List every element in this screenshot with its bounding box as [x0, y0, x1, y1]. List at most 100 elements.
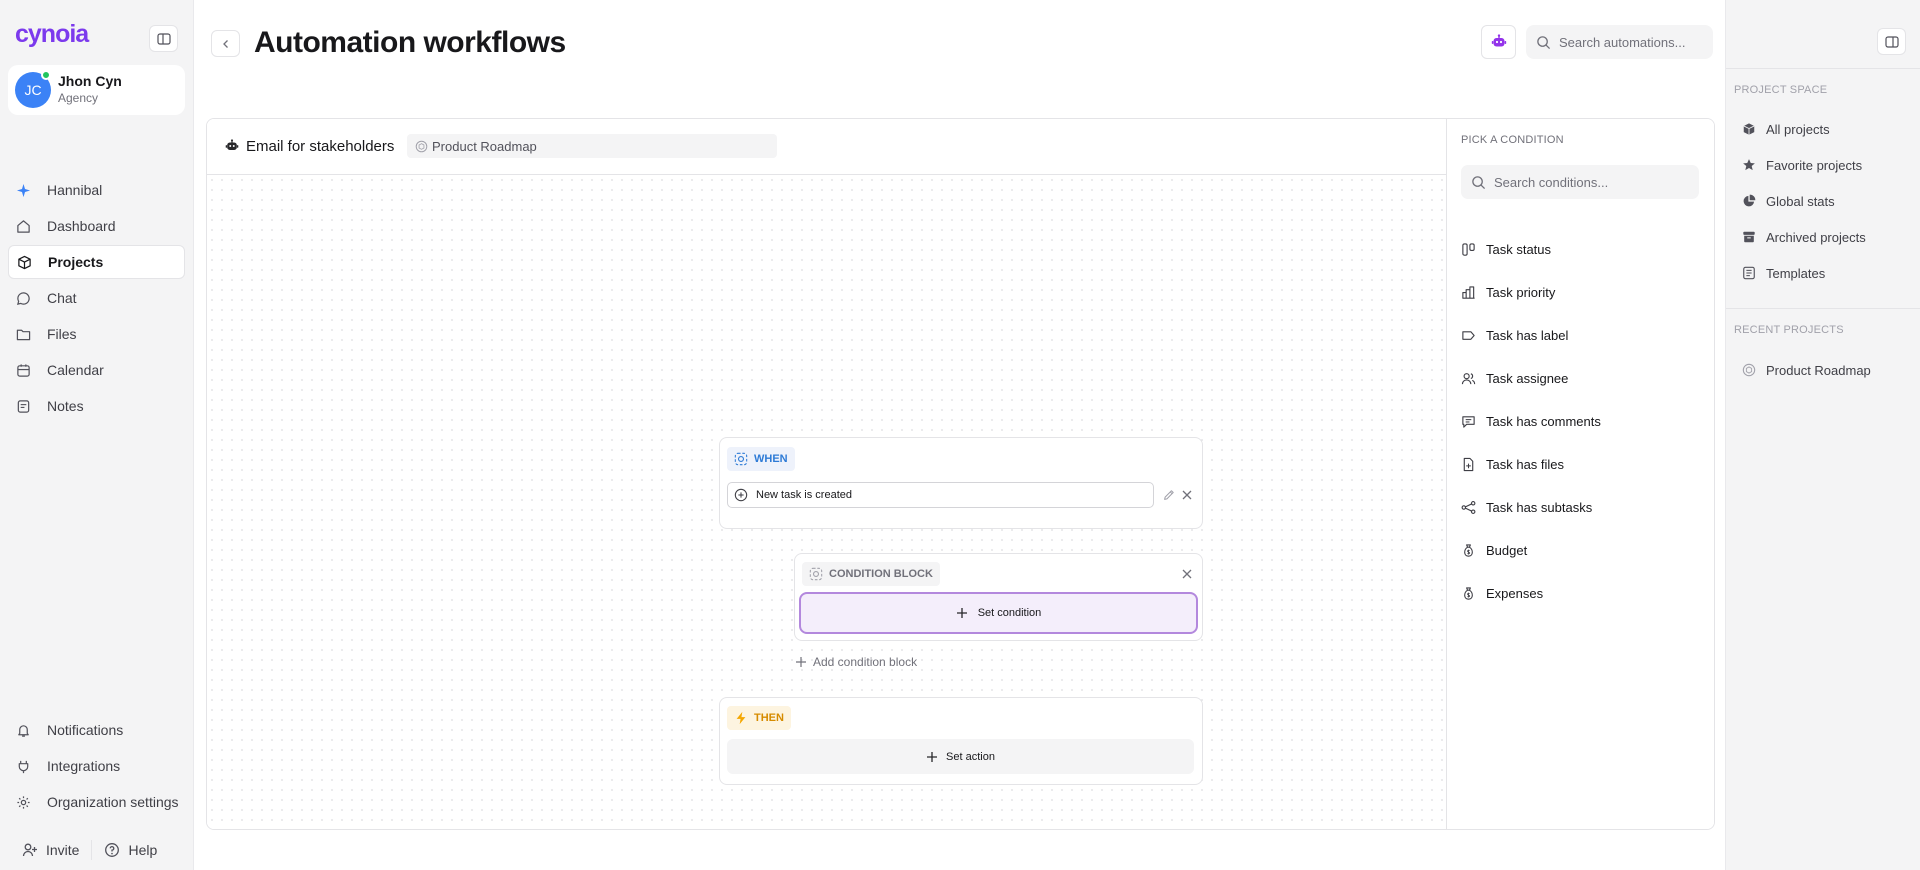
recent-project-item[interactable]: Product Roadmap — [1742, 352, 1912, 388]
calendar-icon — [17, 363, 30, 377]
condition-item-budget[interactable]: Budget — [1461, 529, 1701, 572]
remove-trigger-button[interactable] — [1179, 487, 1195, 503]
notes-icon — [17, 399, 30, 413]
condition-item-task-has-subtasks[interactable]: Task has subtasks — [1461, 486, 1701, 529]
nav-item-label: Notes — [47, 398, 84, 414]
divider — [1726, 308, 1920, 309]
trigger-text: New task is created — [756, 489, 852, 501]
plug-icon — [18, 760, 29, 773]
panel-toggle-icon — [156, 32, 171, 45]
nav-item-label: Projects — [48, 254, 104, 270]
close-icon — [1182, 569, 1192, 579]
nav-item-notifications[interactable]: Notifications — [8, 713, 185, 747]
nav-item-calendar[interactable]: Calendar — [8, 353, 185, 387]
nav-item-hannibal[interactable]: Hannibal — [8, 173, 185, 207]
nav-item-label: Integrations — [47, 758, 121, 774]
plus-icon — [956, 608, 967, 618]
nav-item-notes[interactable]: Notes — [8, 389, 185, 423]
sidebar-collapse-button[interactable] — [149, 25, 178, 52]
plus-circle-icon — [734, 488, 748, 502]
condition-item-task-has-comments[interactable]: Task has comments — [1461, 400, 1701, 443]
set-condition-label: Set condition — [977, 607, 1042, 619]
condition-label: Task has subtasks — [1486, 500, 1593, 515]
then-block: THEN Set action — [719, 697, 1203, 785]
set-condition-button[interactable]: Set condition — [799, 592, 1198, 634]
panel-toggle-icon — [1884, 35, 1899, 48]
workflow-canvas[interactable]: WHEN New task is created CONDITION BLOCK — [207, 175, 1446, 829]
cube-icon — [1743, 123, 1755, 135]
global-stats-link[interactable]: Global stats — [1742, 183, 1912, 219]
page-title: Automation workflows — [254, 26, 566, 59]
right-sidebar-collapse-button[interactable] — [1877, 28, 1906, 55]
project-space-list: All projects Favorite projects Global st… — [1742, 111, 1912, 291]
condition-tag: CONDITION BLOCK — [802, 562, 940, 586]
close-icon — [1182, 490, 1192, 500]
user-card[interactable]: JC Jhon Cyn Agency — [8, 65, 185, 115]
nav-item-chat[interactable]: Chat — [8, 281, 185, 315]
rs-item-label: All projects — [1766, 121, 1830, 137]
condition-label: Task has comments — [1486, 414, 1601, 429]
rs-item-label: Favorite projects — [1766, 157, 1863, 173]
condition-search-input[interactable] — [1494, 174, 1674, 190]
remove-condition-block-button[interactable] — [1179, 566, 1195, 582]
invite-button[interactable]: Invite — [22, 836, 79, 864]
nav-item-label: Chat — [47, 290, 77, 306]
condition-block-label: CONDITION BLOCK — [829, 568, 933, 580]
recent-projects-list: Product Roadmap — [1742, 352, 1912, 388]
help-button[interactable]: Help — [104, 836, 157, 864]
workflow-project-selector[interactable]: Product Roadmap — [407, 134, 777, 158]
nav-item-integrations[interactable]: Integrations — [8, 749, 185, 783]
user-name: Jhon Cyn — [58, 73, 122, 89]
nav-item-files[interactable]: Files — [8, 317, 185, 351]
condition-item-expenses[interactable]: Expenses — [1461, 572, 1701, 615]
logo: cynoia — [15, 20, 89, 48]
recent-projects-label: RECENT PROJECTS — [1734, 324, 1844, 336]
workflow-name[interactable]: Email for stakeholders — [246, 138, 394, 155]
back-button[interactable] — [211, 30, 240, 57]
label-icon — [1462, 331, 1475, 340]
robot-icon — [1491, 34, 1506, 47]
trigger-field[interactable]: New task is created — [727, 482, 1154, 508]
nav-item-organization-settings[interactable]: Organization settings — [8, 785, 185, 819]
condition-item-task-priority[interactable]: Task priority — [1461, 271, 1701, 314]
search-input[interactable] — [1559, 34, 1699, 50]
rs-item-label: Archived projects — [1766, 229, 1866, 245]
condition-item-task-has-label[interactable]: Task has label — [1461, 314, 1701, 357]
condition-item-task-assignee[interactable]: Task assignee — [1461, 357, 1701, 400]
templates-link[interactable]: Templates — [1742, 255, 1912, 291]
condition-block: CONDITION BLOCK Set condition — [794, 553, 1203, 641]
folder-icon — [16, 329, 31, 340]
condition-item-task-has-files[interactable]: Task has files — [1461, 443, 1701, 486]
add-condition-block-button[interactable]: Add condition block — [795, 655, 917, 669]
ai-assistant-button[interactable] — [1481, 25, 1516, 59]
all-projects-link[interactable]: All projects — [1742, 111, 1912, 147]
condition-label: Task has files — [1486, 457, 1565, 472]
archived-projects-link[interactable]: Archived projects — [1742, 219, 1912, 255]
condition-label: Budget — [1486, 543, 1528, 558]
status-icon — [1462, 243, 1475, 256]
archive-icon — [1743, 231, 1755, 243]
nav-item-projects[interactable]: Projects — [8, 245, 185, 279]
then-label: THEN — [754, 712, 784, 724]
condition-search[interactable] — [1461, 165, 1699, 199]
home-icon — [17, 219, 30, 233]
cube-icon — [18, 255, 31, 269]
pencil-icon — [1164, 490, 1174, 500]
automation-search[interactable] — [1526, 25, 1713, 59]
set-action-button[interactable]: Set action — [727, 739, 1194, 774]
set-action-label: Set action — [946, 750, 995, 763]
nav-item-label: Files — [47, 326, 77, 342]
condition-label: Task priority — [1486, 285, 1556, 300]
robot-icon — [225, 139, 239, 150]
edit-trigger-button[interactable] — [1161, 487, 1177, 503]
user-role: Agency — [58, 91, 99, 105]
nav-item-dashboard[interactable]: Dashboard — [8, 209, 185, 243]
online-status-indicator — [41, 70, 51, 80]
nav-item-label: Notifications — [47, 722, 124, 738]
favorite-projects-link[interactable]: Favorite projects — [1742, 147, 1912, 183]
condition-picker-panel: PICK A CONDITION Task status Task priori… — [1446, 119, 1714, 829]
lightning-icon — [736, 711, 746, 725]
add-user-icon — [22, 843, 37, 857]
condition-item-task-status[interactable]: Task status — [1461, 228, 1701, 271]
invite-label: Invite — [46, 842, 80, 858]
